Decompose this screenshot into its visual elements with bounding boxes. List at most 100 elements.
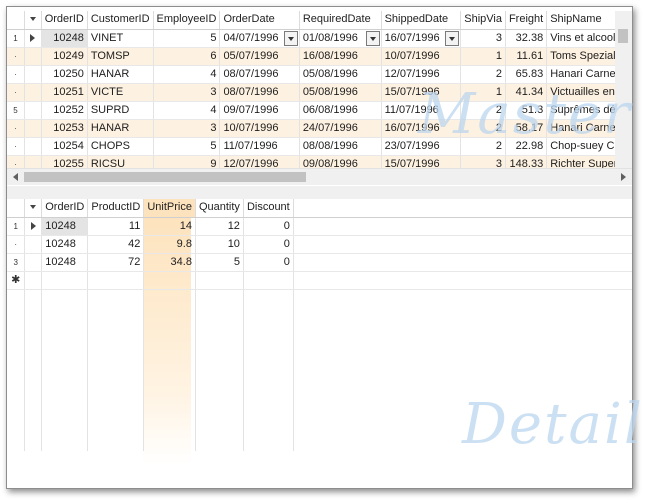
column-header-quantity[interactable]: Quantity [195,199,244,218]
row-indicator[interactable]: · [7,65,26,84]
column-header-productid[interactable]: ProductID [87,199,145,218]
row-indicator[interactable]: 1 [7,217,26,236]
row-expand-cell[interactable] [24,137,42,156]
cell-orderid[interactable]: 10248 [41,29,88,48]
cell-freight[interactable]: 22.98 [505,137,548,156]
cell-customerid[interactable]: HANAR [87,65,154,84]
row-indicator[interactable]: · [7,47,26,66]
scrollbar-thumb[interactable] [24,172,306,182]
cell-employeeid[interactable]: 5 [153,29,221,48]
cell-requireddate[interactable]: 16/08/1996 [299,47,382,66]
cell-requireddate[interactable]: 05/08/1996 [299,65,382,84]
row-expand-cell[interactable] [24,47,42,66]
master-expand-header[interactable] [24,11,42,30]
row-indicator[interactable]: 1 [7,29,26,48]
column-header-unitprice[interactable]: UnitPrice [143,199,196,218]
column-header-customerid[interactable]: CustomerID [87,11,154,30]
date-dropdown-button[interactable] [365,30,380,46]
table-row[interactable]: 3 10248 72 34.8 5 0 [7,253,632,272]
detail-corner-cell[interactable] [7,199,26,218]
cell-quantity[interactable]: 10 [195,235,244,254]
table-row[interactable]: · 10249 TOMSP 6 05/07/1996 16/08/1996 10/07/19… [7,47,632,66]
cell-freight[interactable]: 11.61 [505,47,548,66]
cell-orderid[interactable]: 10250 [41,65,88,84]
cell-shippeddate[interactable]: 23/07/1996 [381,137,462,156]
cell-unitprice[interactable]: 34.8 [143,253,196,272]
row-expand-cell[interactable] [24,83,42,102]
cell-customerid[interactable]: HANAR [87,119,154,138]
cell-employeeid[interactable]: 4 [153,65,221,84]
cell-freight[interactable]: 51.3 [505,101,548,120]
cell-customerid[interactable]: TOMSP [87,47,154,66]
cell-quantity[interactable]: 12 [195,217,244,236]
cell-employeeid[interactable]: 4 [153,101,221,120]
cell-discount[interactable]: 0 [243,235,294,254]
cell-customerid[interactable]: CHOPS [87,137,154,156]
cell-shipvia[interactable]: 3 [460,29,506,48]
cell-customerid[interactable]: SUPRD [87,101,154,120]
column-header-orderid[interactable]: OrderID [41,11,88,30]
cell-freight[interactable]: 32.38 [505,29,548,48]
cell-customerid[interactable]: VINET [87,29,154,48]
cell-shippeddate[interactable]: 15/07/1996 [381,83,462,102]
table-row[interactable]: 1 10248 VINET 5 04/07/1996 01/08/1996 16/07/19… [7,29,632,48]
row-indicator[interactable]: · [7,119,26,138]
cell-employeeid[interactable]: 5 [153,137,221,156]
cell-unitprice[interactable]: 9.8 [143,235,196,254]
cell-orderid[interactable]: 10252 [41,101,88,120]
row-indicator[interactable]: 3 [7,253,26,272]
cell-quantity[interactable]: 5 [195,253,244,272]
master-horizontal-scrollbar[interactable] [7,168,632,185]
cell-employeeid[interactable]: 3 [153,119,221,138]
cell-shippeddate[interactable]: 11/07/1996 [381,101,462,120]
cell-requireddate[interactable]: 05/08/1996 [299,83,382,102]
cell-orderid[interactable]: 10248 [41,217,89,236]
cell-shippeddate[interactable]: 10/07/1996 [381,47,462,66]
cell-orderdate[interactable]: 05/07/1996 [219,47,300,66]
row-expand-cell[interactable] [24,235,43,254]
column-header-requireddate[interactable]: RequiredDate [299,11,382,30]
empty-cell[interactable] [195,271,244,290]
cell-customerid[interactable]: VICTE [87,83,154,102]
master-grid[interactable]: OrderID CustomerID EmployeeID OrderDate … [7,11,632,187]
column-header-shippeddate[interactable]: ShippedDate [381,11,462,30]
cell-orderdate[interactable]: 10/07/1996 [219,119,300,138]
row-expand-cell[interactable] [24,253,43,272]
table-row[interactable]: · 10250 HANAR 4 08/07/1996 05/08/1996 12/07/19… [7,65,632,84]
column-header-orderdate[interactable]: OrderDate [219,11,300,30]
row-expand-cell[interactable] [24,65,42,84]
cell-orderid[interactable]: 10254 [41,137,88,156]
cell-shipvia[interactable]: 2 [460,137,506,156]
cell-productid[interactable]: 42 [87,235,145,254]
column-header-discount[interactable]: Discount [243,199,294,218]
cell-productid[interactable]: 11 [87,217,145,236]
table-row[interactable]: · 10248 42 9.8 10 0 [7,235,632,254]
table-row[interactable]: 5 10252 SUPRD 4 09/07/1996 06/08/1996 11/07/19… [7,101,632,120]
detail-expand-header[interactable] [24,199,43,218]
cell-shipvia[interactable]: 2 [460,119,506,138]
cell-requireddate[interactable]: 06/08/1996 [299,101,382,120]
date-dropdown-button[interactable] [283,30,298,46]
cell-orderid[interactable]: 10249 [41,47,88,66]
cell-shippeddate[interactable]: 12/07/1996 [381,65,462,84]
cell-discount[interactable]: 0 [243,253,294,272]
cell-orderid[interactable]: 10253 [41,119,88,138]
master-vertical-scrollbar[interactable] [615,11,632,169]
cell-orderid[interactable]: 10251 [41,83,88,102]
table-row[interactable]: · 10254 CHOPS 5 11/07/1996 08/08/1996 23/07/19… [7,137,632,156]
empty-cell[interactable] [41,271,89,290]
row-expand-cell[interactable] [24,217,43,236]
column-header-freight[interactable]: Freight [505,11,548,30]
empty-cell[interactable] [87,271,145,290]
cell-orderid[interactable]: 10248 [41,235,89,254]
empty-cell[interactable] [243,271,294,290]
cell-discount[interactable]: 0 [243,217,294,236]
row-expand-cell[interactable] [24,29,42,48]
column-header-orderid[interactable]: OrderID [41,199,89,218]
detail-grid[interactable]: OrderID ProductID UnitPrice Quantity Dis… [7,199,632,466]
cell-orderdate[interactable]: 11/07/1996 [219,137,300,156]
row-expand-cell[interactable] [24,119,42,138]
cell-requireddate[interactable]: 01/08/1996 [299,29,382,48]
cell-shipvia[interactable]: 1 [460,83,506,102]
cell-shipvia[interactable]: 1 [460,47,506,66]
